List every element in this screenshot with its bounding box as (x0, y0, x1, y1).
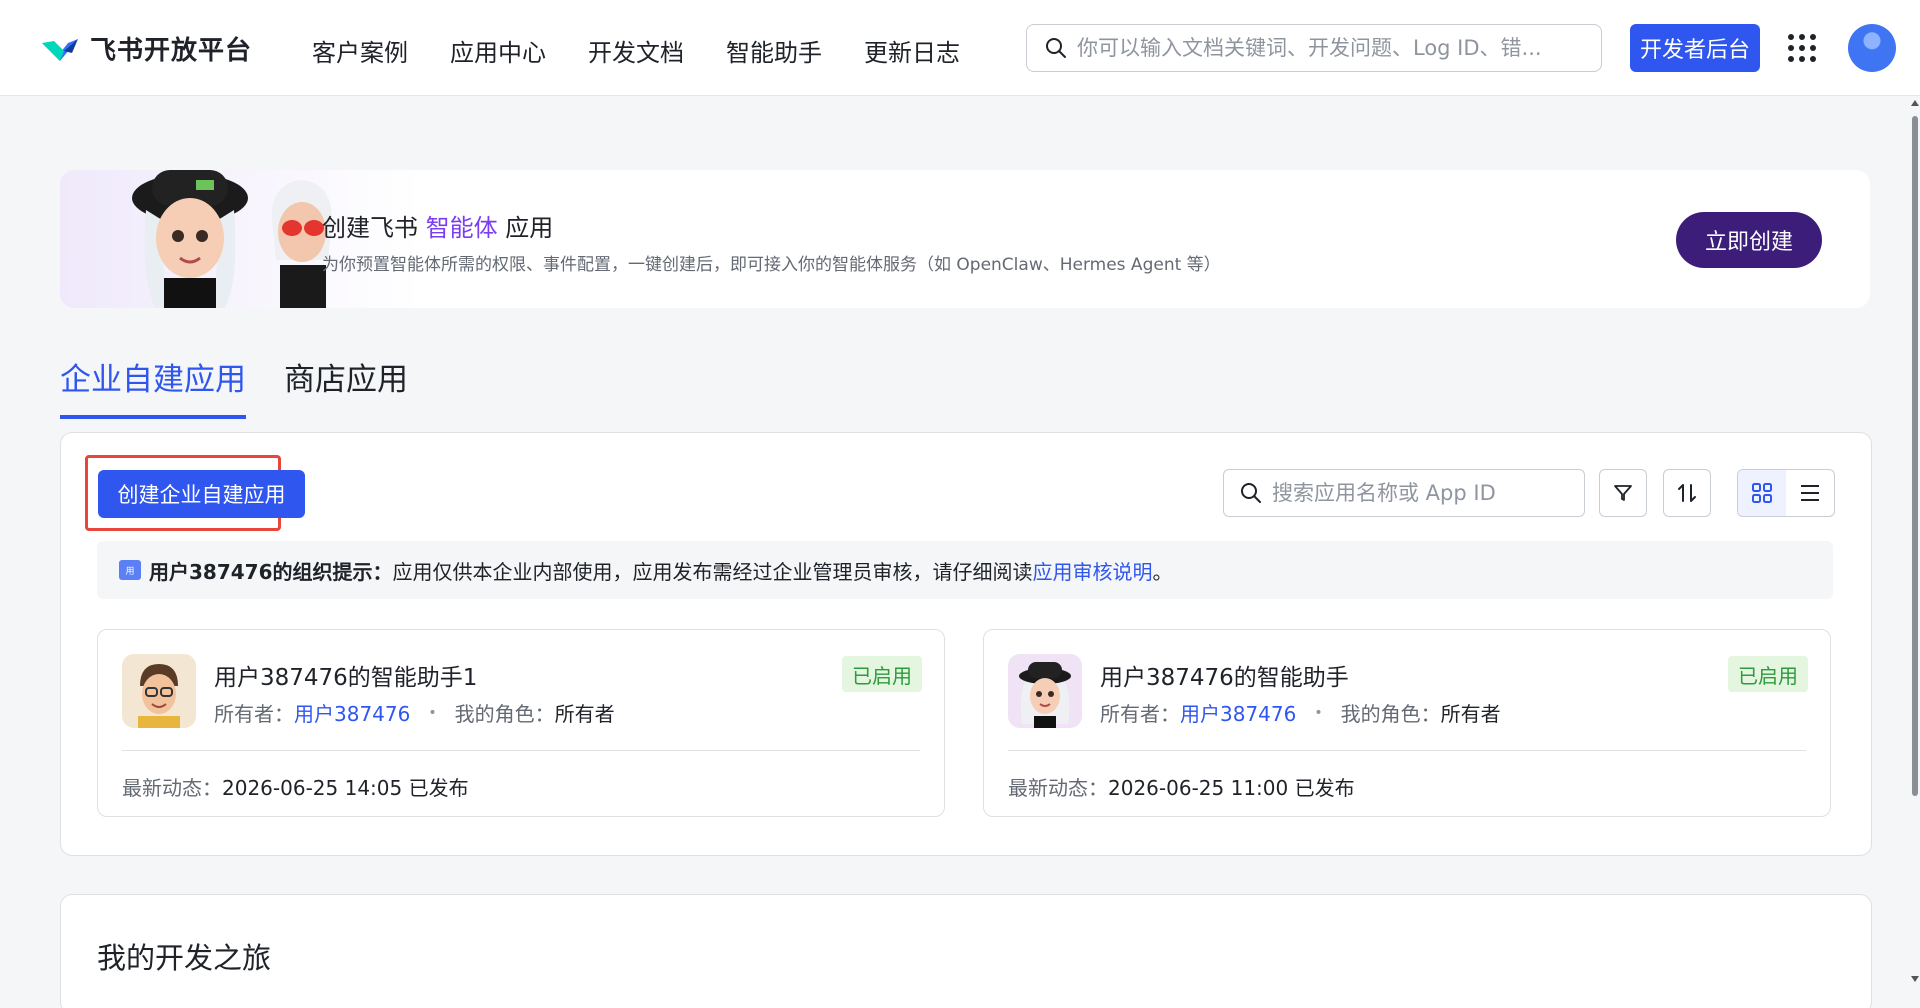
app-meta: 所有者： 用户387476 • 我的角色： 所有者 (214, 698, 615, 727)
app-avatar (122, 654, 196, 728)
app-type-tabs: 企业自建应用 商店应用 (60, 354, 446, 419)
org-icon: 用 (119, 560, 141, 580)
app-review-guide-link[interactable]: 应用审核说明 (1033, 556, 1153, 585)
nav-customer-cases[interactable]: 客户案例 (312, 33, 408, 68)
create-enterprise-app-button[interactable]: 创建企业自建应用 (98, 470, 305, 518)
notice-text: 应用仅供本企业内部使用，应用发布需经过企业管理员审核，请仔细阅读 (392, 559, 1033, 584)
dev-journey-title: 我的开发之旅 (97, 941, 272, 975)
banner-title-highlight: 智能体 (425, 214, 498, 242)
enterprise-apps-panel: 创建企业自建应用 搜索应用名称或 App ID 用 用户387476的组织提示：… (60, 432, 1872, 856)
app-search-input[interactable] (1272, 481, 1572, 505)
my-role: 所有者 (554, 702, 615, 726)
nav-app-center[interactable]: 应用中心 (450, 33, 546, 68)
brand-name: 飞书开放平台 (90, 36, 253, 66)
scroll-up-arrow-icon[interactable] (1911, 100, 1919, 106)
top-header: 飞书开放平台 客户案例 应用中心 开发文档 智能助手 更新日志 开发者后台 (0, 0, 1920, 96)
feishu-logo-icon (42, 38, 78, 61)
vertical-scrollbar[interactable] (1910, 96, 1920, 996)
app-meta: 所有者： 用户387476 • 我的角色： 所有者 (1100, 698, 1501, 727)
tab-enterprise-apps[interactable]: 企业自建应用 (60, 354, 246, 419)
latest-activity: 最新动态：2026-06-25 11:00 已发布 (1008, 776, 1355, 800)
filter-icon (1614, 485, 1632, 501)
vertical-scroll-thumb[interactable] (1912, 116, 1918, 796)
org-notice-bar: 用 用户387476的组织提示： 应用仅供本企业内部使用，应用发布需经过企业管理… (97, 541, 1833, 599)
tab-store-apps[interactable]: 商店应用 (284, 354, 408, 419)
scroll-down-arrow-icon[interactable] (1911, 976, 1919, 982)
top-search-box[interactable] (1026, 24, 1602, 72)
grid-view-icon (1752, 483, 1772, 503)
owner-link[interactable]: 用户387476 (294, 698, 410, 727)
my-role: 所有者 (1440, 702, 1501, 726)
filter-button[interactable] (1599, 469, 1647, 517)
sort-icon (1678, 484, 1696, 502)
list-view-icon (1801, 485, 1819, 501)
main-nav: 客户案例 应用中心 开发文档 智能助手 更新日志 (312, 33, 1002, 68)
app-launcher-grid-icon[interactable] (1788, 34, 1816, 62)
create-now-button[interactable]: 立即创建 (1676, 212, 1822, 268)
agent-characters-illustration (132, 170, 332, 308)
sort-button[interactable] (1663, 469, 1711, 517)
top-search-input[interactable] (1077, 36, 1577, 60)
app-avatar (1008, 654, 1082, 728)
app-card[interactable]: 用户387476的智能助手1 所有者： 用户387476 • 我的角色： 所有者… (97, 629, 945, 817)
status-badge: 已启用 (842, 656, 922, 692)
latest-activity: 最新动态：2026-06-25 14:05 已发布 (122, 776, 469, 800)
user-avatar[interactable] (1848, 24, 1896, 72)
developer-console-button[interactable]: 开发者后台 (1630, 24, 1760, 72)
banner-subtitle: 为你预置智能体所需的权限、事件配置，一键创建后，即可接入你的智能体服务（如 Op… (322, 255, 1221, 275)
list-view-button[interactable] (1786, 470, 1834, 516)
app-name[interactable]: 用户387476的智能助手 (1100, 658, 1349, 692)
app-search-box[interactable] (1223, 469, 1585, 517)
nav-ai-assistant[interactable]: 智能助手 (726, 33, 822, 68)
app-card[interactable]: 用户387476的智能助手 所有者： 用户387476 • 我的角色： 所有者 … (983, 629, 1831, 817)
grid-view-button[interactable] (1738, 470, 1786, 516)
app-name[interactable]: 用户387476的智能助手1 (214, 658, 477, 692)
status-badge: 已启用 (1728, 656, 1808, 692)
dev-journey-panel: 我的开发之旅 (60, 894, 1872, 1008)
brand-logo[interactable]: 飞书开放平台 (40, 30, 252, 67)
nav-changelog[interactable]: 更新日志 (864, 33, 960, 68)
search-icon (1046, 38, 1066, 58)
view-mode-toggle (1737, 469, 1835, 517)
agent-app-banner: 创建飞书 智能体 应用 为你预置智能体所需的权限、事件配置，一键创建后，即可接入… (60, 170, 1870, 308)
owner-link[interactable]: 用户387476 (1180, 698, 1296, 727)
nav-dev-docs[interactable]: 开发文档 (588, 33, 684, 68)
banner-title: 创建飞书 智能体 应用 (322, 214, 554, 242)
search-icon (1241, 483, 1261, 503)
notice-org-name: 用户387476的组织提示： (149, 559, 393, 584)
